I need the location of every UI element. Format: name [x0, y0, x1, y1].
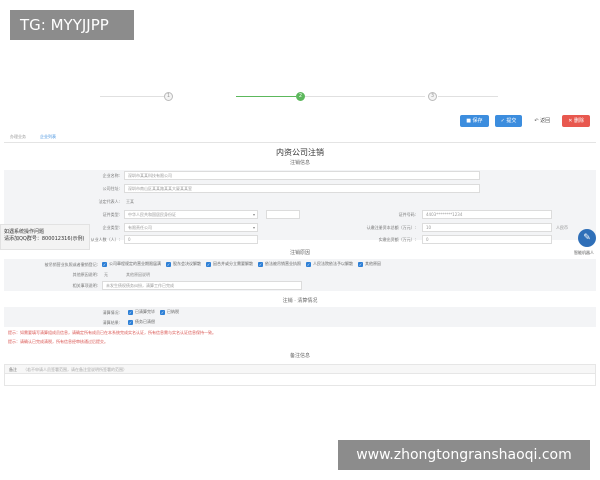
clearance-row2-options: ✓ 债务已清偿 — [128, 319, 160, 325]
back-label: 返回 — [540, 118, 551, 124]
clearance-row2-label: 清算结果: — [102, 320, 120, 325]
remarks-hint: （若不申请人员签署范围，请在备注里说明所签署的范围） — [23, 367, 127, 372]
reason-option-6[interactable]: ✓ 其他原因 — [358, 261, 381, 267]
id-type-label: 证件类型: — [102, 212, 120, 217]
step-2: 2 — [296, 92, 305, 101]
paid-in-label: 实缴出资额（万元）: — [378, 237, 416, 242]
clearance-row1-label: 清算情况: — [102, 310, 120, 315]
checkbox-checked-icon: ✓ — [306, 261, 311, 267]
id-number-field[interactable]: 4403********1234 — [422, 210, 552, 219]
clearance-option-3[interactable]: ✓ 债务已清偿 — [128, 319, 155, 325]
tg-label: TG: MYYJJPP — [10, 10, 134, 40]
paid-in-field[interactable]: 0 — [422, 235, 552, 244]
section-title-clearance: 注销 · 清算情况 — [282, 298, 318, 304]
address-label: 公司住址: — [102, 186, 120, 191]
back-arrow-icon: ↶ — [534, 118, 539, 124]
divider — [4, 142, 596, 143]
breadcrumb: 办理业务 企业列表 — [10, 134, 56, 140]
reason-label: 被吊销营业执照或者撤销登记: — [44, 262, 98, 267]
contact-panel: 如遇系统操作问题 请添加QQ群号：800012316(示例) — [0, 224, 90, 250]
section-title-reason: 注销原因 — [289, 250, 310, 256]
clearance-row1-options: ✓ 已清算完毕 ✓ 已纳税 — [128, 309, 184, 315]
checkbox-checked-icon: ✓ — [102, 261, 107, 267]
page-title: 内资公司注销 — [276, 148, 324, 157]
contact-line-2: 请添加QQ群号：800012316(示例) — [4, 236, 85, 242]
help-icon[interactable]: ✎ — [578, 229, 596, 247]
submit-icon: ✓ — [500, 118, 505, 124]
breadcrumb-item-home[interactable]: 办理业务 — [10, 134, 26, 140]
legal-rep-value: 王某 — [126, 199, 134, 204]
reason-option-3[interactable]: ✓ 因合并或分立需要解散 — [206, 261, 253, 267]
other-reason-value: 无 — [104, 272, 108, 277]
save-icon: ■ — [466, 118, 471, 124]
checkbox-checked-icon: ✓ — [258, 261, 263, 267]
checkbox-checked-icon: ✓ — [206, 261, 211, 267]
registered-capital-label: 认缴注册资本总额（万元）: — [366, 225, 416, 230]
address-field[interactable]: 深圳市南山区某某路某某大厦某某室 — [124, 184, 480, 193]
reason-option-4-label: 依法被吊销营业执照 — [265, 261, 301, 266]
checkbox-checked-icon: ✓ — [358, 261, 363, 267]
reason-option-1[interactable]: ✓ 公司章程规定的营业期限届满 — [102, 261, 161, 267]
detail-label: 相关事项说明: — [72, 283, 98, 288]
submit-label: 提交 — [506, 118, 517, 124]
step-1: 1 — [164, 92, 173, 101]
watermark: www.zhongtongranshaoqi.com — [338, 440, 590, 470]
clearance-option-1[interactable]: ✓ 已清算完毕 — [128, 309, 155, 315]
remarks-label: 备注 — [9, 367, 17, 372]
delete-label: 删除 — [573, 118, 584, 124]
reason-options: ✓ 公司章程规定的营业期限届满 ✓ 股东会决议解散 ✓ 因合并或分立需要解散 ✓ 依法被… — [102, 261, 386, 267]
back-button[interactable]: ↶ 返回 — [528, 115, 556, 127]
company-name-field[interactable]: 深圳市某某科技有限公司 — [124, 171, 480, 180]
detail-field[interactable]: 未发生债权债务纠纷，清算工作已完成 — [102, 281, 302, 290]
clearance-option-3-label: 债务已清偿 — [135, 319, 155, 324]
reason-option-1-label: 公司章程规定的营业期限届满 — [109, 261, 161, 266]
legal-rep-label: 法定代表人: — [98, 199, 120, 204]
delete-icon: ✕ — [568, 118, 573, 124]
id-type-select[interactable]: 中华人民共和国居民身份证 — [124, 210, 258, 219]
id-number-label: 证件号码: — [398, 212, 416, 217]
clearance-option-2[interactable]: ✓ 已纳税 — [160, 309, 179, 315]
reason-option-4[interactable]: ✓ 依法被吊销营业执照 — [258, 261, 301, 267]
employees-field[interactable]: 0 — [124, 235, 258, 244]
reason-option-5[interactable]: ✓ 人民法院依法予以解散 — [306, 261, 353, 267]
reason-option-5-label: 人民法院依法予以解散 — [313, 261, 353, 266]
registered-capital-field[interactable]: 10 — [422, 223, 552, 232]
other-reason-hint: 其他原因说明 — [126, 272, 150, 277]
reason-option-3-label: 因合并或分立需要解散 — [213, 261, 253, 266]
step-line — [438, 96, 498, 97]
submit-button[interactable]: ✓ 提交 — [494, 115, 523, 127]
reason-option-2[interactable]: ✓ 股东会决议解散 — [166, 261, 201, 267]
breadcrumb-item-list[interactable]: 企业列表 — [40, 134, 56, 140]
step-progress: 1 2 3 — [100, 92, 500, 102]
clearance-option-2-label: 已纳税 — [167, 309, 179, 314]
toolbar: ■ 保存 ✓ 提交 ↶ 返回 ✕ 删除 — [460, 115, 590, 127]
step-line — [305, 96, 425, 97]
delete-button[interactable]: ✕ 删除 — [562, 115, 590, 127]
step-line — [100, 96, 164, 97]
contact-line-1: 如遇系统操作问题 — [4, 229, 45, 235]
checkbox-checked-icon: ✓ — [128, 309, 133, 315]
company-type-select[interactable]: 有限责任公司 — [124, 223, 258, 232]
reason-option-6-label: 其他原因 — [365, 261, 381, 266]
section-title-basic: 注销信息 — [289, 160, 310, 166]
checkbox-checked-icon: ✓ — [160, 309, 165, 315]
checkbox-checked-icon: ✓ — [128, 319, 133, 325]
other-reason-label: 其他原因说明: — [72, 272, 98, 277]
company-name-label: 企业名称: — [102, 173, 120, 178]
reason-option-2-label: 股东会决议解散 — [173, 261, 201, 266]
warning-text-2: 提示：请确认已完成清税，所有信息经审核通过后提交。 — [8, 339, 108, 344]
checkbox-checked-icon: ✓ — [166, 261, 171, 267]
clearance-option-1-label: 已清算完毕 — [135, 309, 155, 314]
save-button[interactable]: ■ 保存 — [460, 115, 489, 127]
warning-text-1: 提示：如需要填写清算组成员信息，请确定所有成员已在本系统完成实名认证，所有信息需… — [8, 330, 216, 335]
capital-unit: 人民币 — [556, 225, 568, 230]
step-line-active — [236, 96, 296, 97]
step-3: 3 — [428, 92, 437, 101]
id-type-extra[interactable] — [266, 210, 300, 219]
remarks-row: 备注 （若不申请人员签署范围，请在备注里说明所签署的范围） — [4, 364, 596, 374]
save-label: 保存 — [472, 118, 483, 124]
section-title-remarks: 备注信息 — [289, 353, 310, 359]
remarks-textarea[interactable] — [4, 374, 596, 386]
